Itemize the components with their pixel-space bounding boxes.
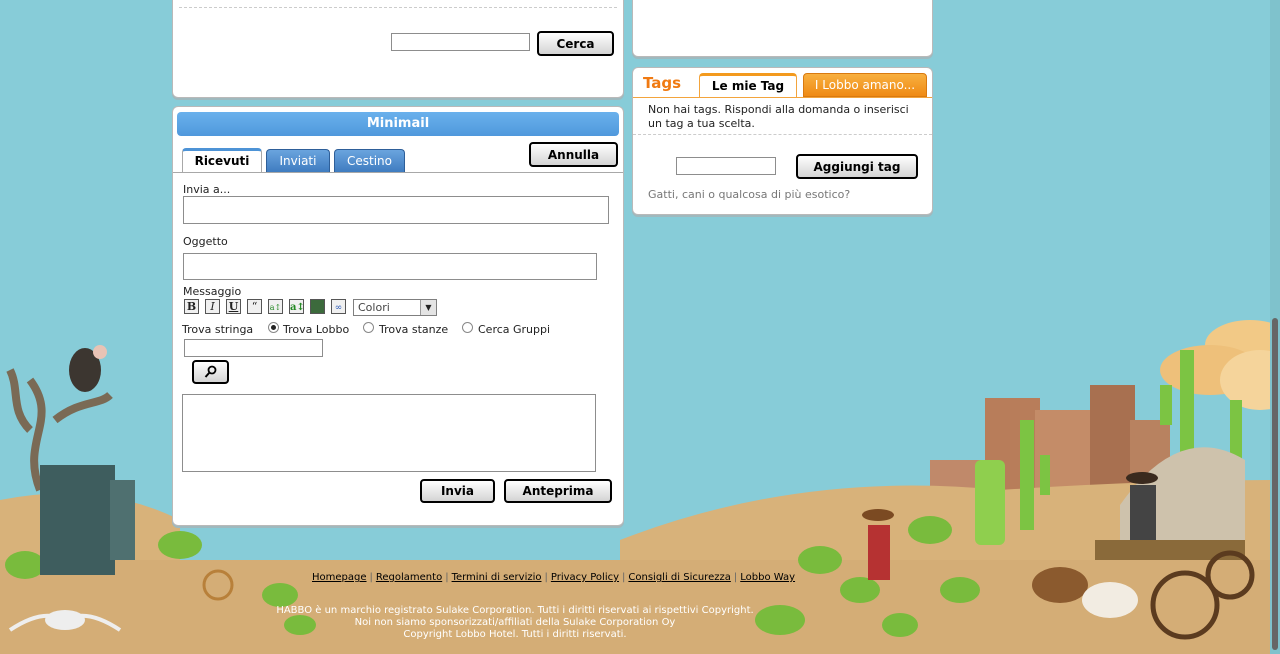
tags-title: Tags xyxy=(643,74,682,92)
radio-trova-lobbo-label: Trova Lobbo xyxy=(283,323,350,336)
tags-empty-text: Non hai tags. Rispondi alla domanda o in… xyxy=(648,103,928,131)
tags-empty-line2: un tag a tua scelta. xyxy=(648,117,755,130)
tab-cestino[interactable]: Cestino xyxy=(334,149,405,172)
scrollbar-thumb[interactable] xyxy=(1272,318,1278,650)
magnifier-icon xyxy=(204,365,216,378)
italic-button[interactable]: I xyxy=(205,299,220,314)
find-button[interactable] xyxy=(192,360,229,384)
chevron-down-icon: ▼ xyxy=(420,300,436,315)
font-size-large-icon[interactable]: a↕ xyxy=(289,299,305,314)
tab-inviati[interactable]: Inviati xyxy=(266,149,330,172)
tag-input[interactable] xyxy=(676,157,776,175)
tags-panel: Tags Le mie Tag I Lobbo amano... Non hai… xyxy=(632,67,933,215)
footer-copyright-3: Copyright Lobbo Hotel. Tutti i diritti r… xyxy=(403,629,627,640)
tags-tab-underline xyxy=(633,97,932,98)
font-size-icon[interactable]: a↕ xyxy=(268,299,283,314)
colors-select-value: Colori xyxy=(358,301,390,314)
to-label: Invia a... xyxy=(183,183,231,196)
message-textarea[interactable] xyxy=(182,394,596,472)
preview-button[interactable]: Anteprima xyxy=(504,479,612,503)
quote-button[interactable]: “ xyxy=(247,299,262,314)
search-input[interactable] xyxy=(391,33,530,51)
minimail-title: Minimail xyxy=(366,116,430,131)
tag-question: Gatti, cani o qualcosa di più esotico? xyxy=(648,188,851,201)
colors-select[interactable]: Colori ▼ xyxy=(353,299,437,316)
tab-i-lobbo-amano[interactable]: I Lobbo amano... xyxy=(803,73,927,97)
tab-le-mie-tag[interactable]: Le mie Tag xyxy=(699,73,797,98)
footer-copyright-1: HABBO è un marchio registrato Sulake Cor… xyxy=(276,605,754,616)
code-icon[interactable] xyxy=(310,299,325,314)
footer-link-regolamento[interactable]: Regolamento xyxy=(376,572,442,583)
message-label: Messaggio xyxy=(183,285,242,298)
link-icon[interactable]: ∞ xyxy=(331,299,346,314)
footer-links: Homepage | Regolamento | Termini di servizio… xyxy=(312,572,796,583)
find-label: Trova stringa xyxy=(182,323,254,336)
find-input[interactable] xyxy=(184,339,323,357)
footer-copyright-2: Noi non siamo sponsorizzati/affiliati de… xyxy=(354,617,676,628)
radio-trova-stanze-label: Trova stanze xyxy=(379,323,449,336)
tabs-underline xyxy=(173,172,623,173)
footer-link-termini[interactable]: Termini di servizio xyxy=(452,572,542,583)
right-top-panel xyxy=(632,0,933,57)
footer-link-privacy[interactable]: Privacy Policy xyxy=(551,572,619,583)
footer-link-lobbo-way[interactable]: Lobbo Way xyxy=(740,572,795,583)
tab-ricevuti[interactable]: Ricevuti xyxy=(182,148,262,173)
radio-cerca-gruppi-label: Cerca Gruppi xyxy=(478,323,551,336)
underline-button[interactable]: U xyxy=(226,299,241,314)
cancel-button[interactable]: Annulla xyxy=(529,142,618,167)
add-tag-button[interactable]: Aggiungi tag xyxy=(796,154,918,179)
send-button[interactable]: Invia xyxy=(420,479,495,503)
footer-link-sicurezza[interactable]: Consigli di Sicurezza xyxy=(628,572,730,583)
subject-label: Oggetto xyxy=(183,235,228,248)
divider xyxy=(633,134,932,135)
radio-cerca-gruppi[interactable] xyxy=(462,322,473,333)
footer-link-homepage[interactable]: Homepage xyxy=(312,572,367,583)
search-panel: Cerca xyxy=(172,0,624,98)
page-scrollbar[interactable] xyxy=(1270,0,1280,654)
tags-empty-line1: Non hai tags. Rispondi alla domanda o in… xyxy=(648,103,909,116)
recipient-input[interactable] xyxy=(183,196,609,224)
divider xyxy=(179,7,617,8)
radio-trova-stanze[interactable] xyxy=(363,322,374,333)
search-button[interactable]: Cerca xyxy=(537,31,614,56)
bold-button[interactable]: B xyxy=(184,299,199,314)
radio-trova-lobbo[interactable] xyxy=(268,322,279,333)
subject-input[interactable] xyxy=(183,253,597,280)
minimail-header: Minimail xyxy=(177,112,619,136)
